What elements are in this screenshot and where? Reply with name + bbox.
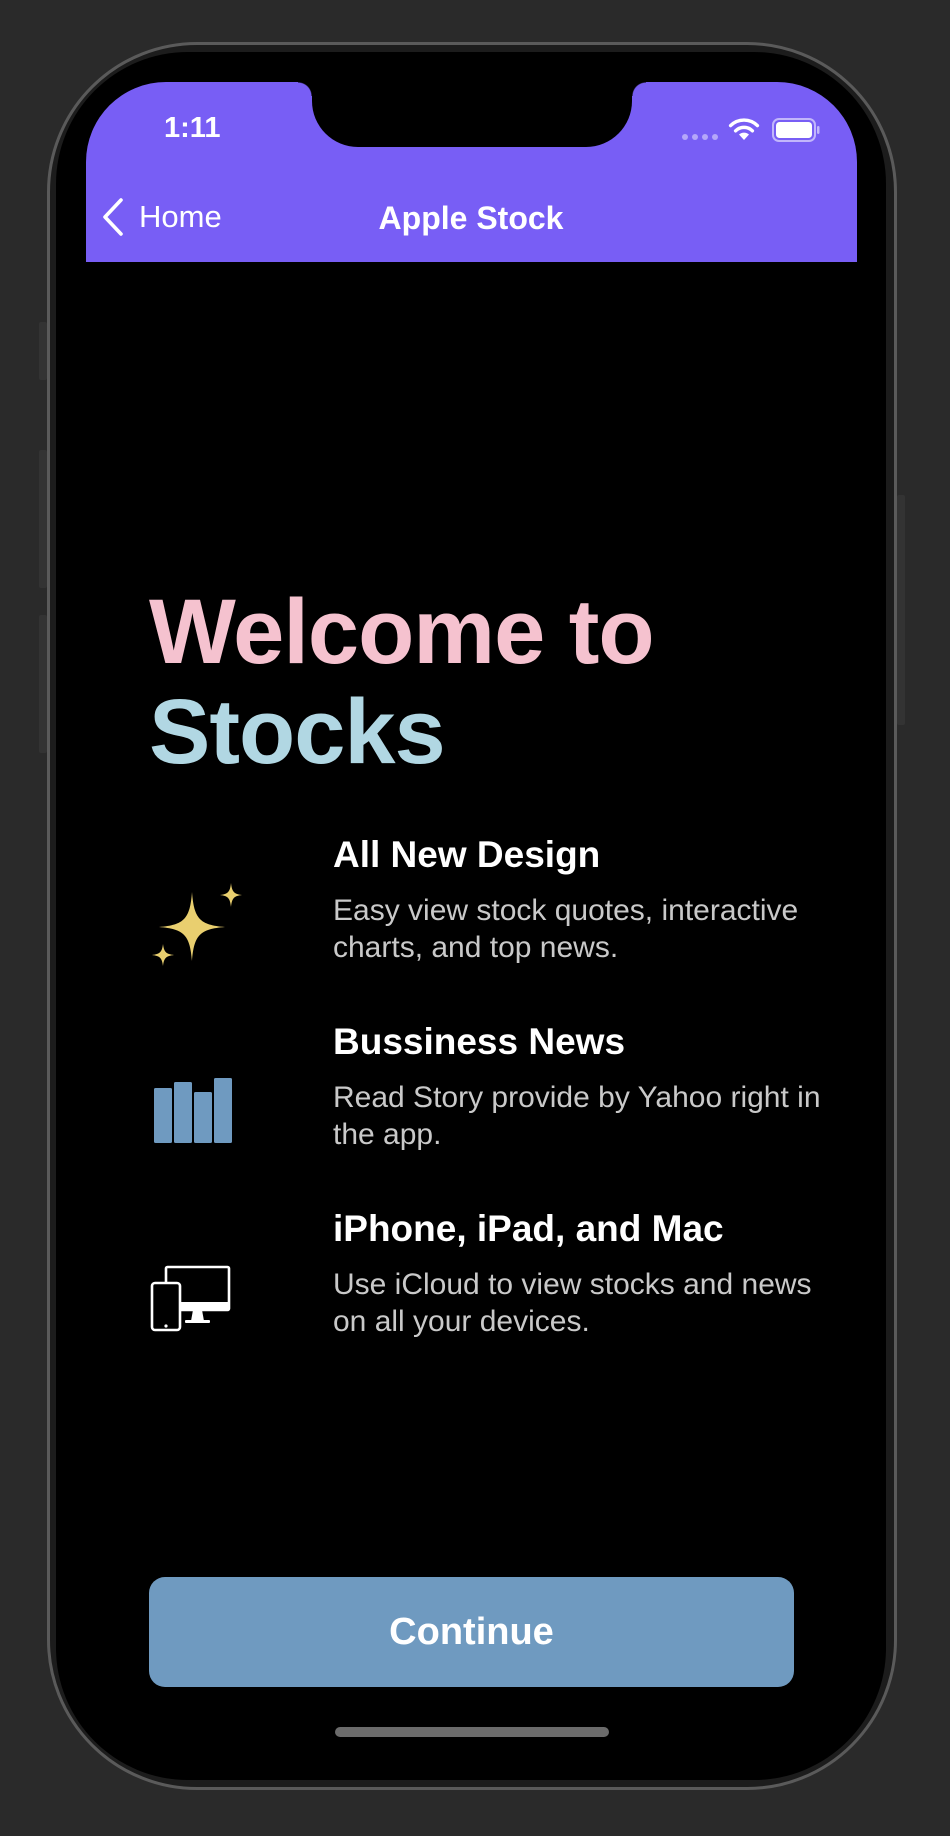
welcome-line-1: Welcome to: [149, 581, 655, 683]
feature-item-design: All New Design Easy view stock quotes, i…: [149, 834, 829, 984]
power-button: [897, 495, 905, 725]
bar-chart-icon: [154, 1078, 232, 1143]
cellular-signal-icon: [682, 134, 718, 140]
devices-icon: [150, 1265, 231, 1332]
notch: [298, 74, 646, 147]
volume-up-button: [39, 450, 47, 588]
feature-item-devices: iPhone, iPad, and Mac Use iCloud to view…: [149, 1208, 829, 1358]
home-indicator: [335, 1727, 609, 1737]
feature-description: Easy view stock quotes, interactive char…: [333, 894, 799, 964]
sparkles-icon: [152, 883, 242, 966]
nav-title: Apple Stock: [378, 200, 564, 236]
feature-title: All New Design: [333, 834, 601, 875]
volume-down-button: [39, 615, 47, 753]
screen: 1:11 Home Apple Stock Welcome to Stocks …: [56, 52, 886, 1780]
continue-button[interactable]: Continue: [149, 1577, 794, 1687]
welcome-line-2: Stocks: [149, 681, 446, 783]
battery-icon: [772, 118, 820, 142]
silent-switch: [39, 322, 47, 380]
status-time: 1:11: [164, 112, 221, 144]
feature-title: Bussiness News: [333, 1021, 626, 1062]
feature-description: Use iCloud to view stocks and news on al…: [333, 1268, 812, 1338]
feature-title: iPhone, iPad, and Mac: [333, 1208, 724, 1249]
feature-item-news: Bussiness News Read Story provide by Yah…: [149, 1021, 829, 1171]
welcome-heading: Welcome to Stocks: [149, 581, 655, 783]
wifi-icon: [728, 118, 760, 140]
feature-description: Read Story provide by Yahoo right in the…: [333, 1081, 821, 1151]
